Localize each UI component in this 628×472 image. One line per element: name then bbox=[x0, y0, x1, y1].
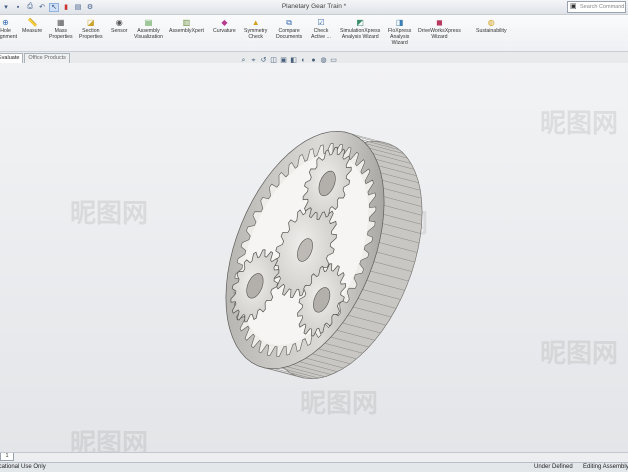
command-prompt-icon: ▣ bbox=[570, 3, 577, 10]
ribbon-button-label: AssemblyXpert bbox=[169, 28, 204, 34]
sustainability-button[interactable]: ◍ Sustainability bbox=[476, 18, 507, 34]
ribbon-button-label: Sensor bbox=[111, 28, 128, 34]
sensor-icon: ◉ bbox=[115, 18, 123, 27]
sensor-button[interactable]: ◉ Sensor bbox=[111, 18, 127, 34]
ribbon-button-label: Measure bbox=[22, 28, 43, 34]
planetary-gear-model[interactable] bbox=[0, 63, 628, 453]
measure-icon: 📏 bbox=[27, 18, 38, 27]
search-command-field[interactable]: ▣ Search Command bbox=[567, 1, 626, 13]
mass-properties-icon: ▦ bbox=[57, 18, 65, 27]
assemblyxpert-icon: ▥ bbox=[182, 18, 191, 27]
status-under-defined: Under Defined bbox=[534, 464, 573, 470]
curvature-button[interactable]: ◆ Curvature bbox=[213, 18, 236, 34]
sheet-tab-bar: 1 bbox=[0, 452, 628, 462]
hole-alignment-button[interactable]: ⊕Hole Alignment bbox=[0, 18, 17, 40]
title-bar: ▾ ▪ ⎙ ↶ ↖ ▮ ▤ ⚙ Planetary Gear Train * ▣… bbox=[0, 0, 628, 15]
check-active-icon: ☑ bbox=[317, 18, 325, 27]
simulationxpress-icon: ◩ bbox=[356, 18, 364, 27]
ribbon-button-label: Compare Documents bbox=[276, 28, 303, 40]
section-properties-button[interactable]: ◪ Section Properties bbox=[79, 18, 103, 40]
assembly-visualization-icon: ▤ bbox=[144, 18, 153, 27]
ribbon-button-label: FloXpress Analysis Wizard bbox=[388, 28, 412, 46]
ribbon-button-label: Check Active ... bbox=[311, 28, 331, 40]
assemblyxpert-button[interactable]: ▥ AssemblyXpert bbox=[169, 18, 204, 34]
ribbon-button-label: Sustainability bbox=[476, 28, 507, 34]
symmetry-check-button[interactable]: ▲ Symmetry Check bbox=[244, 18, 267, 40]
ribbon-button-label: Curvature bbox=[213, 28, 236, 34]
ribbon-button-label: Section Properties bbox=[79, 28, 103, 40]
simulationxpress-button[interactable]: ◩ SimulationXpress Analysis Wizard bbox=[340, 18, 380, 40]
mass-properties-button[interactable]: ▦ Mass Properties bbox=[49, 18, 73, 40]
status-left: Educational Use Only bbox=[0, 464, 46, 470]
status-editing: Editing Assembly bbox=[583, 464, 628, 470]
curvature-icon: ◆ bbox=[221, 18, 228, 27]
hole-alignment-icon: ⊕ bbox=[2, 18, 9, 27]
command-manager-ribbon: ⊕Hole Alignment 📏Measure ▦Mass Properties ◪… bbox=[0, 15, 628, 52]
compare-documents-button[interactable]: ⧉ Compare Documents bbox=[276, 18, 302, 40]
measure-button[interactable]: 📏 Measure bbox=[22, 18, 42, 34]
compare-documents-icon: ⧉ bbox=[286, 18, 292, 27]
ribbon-button-label: Symmetry Check bbox=[244, 28, 268, 40]
floxpress-button[interactable]: ◨ FloXpress Analysis Wizard bbox=[388, 18, 411, 46]
ribbon-button-label: DriveWorksXpress Wizard bbox=[418, 28, 461, 40]
model-tab[interactable]: 1 bbox=[0, 453, 14, 461]
symmetry-check-icon: ▲ bbox=[251, 18, 260, 27]
driveworksxpress-icon: ◼ bbox=[436, 18, 443, 27]
tab-office-products[interactable]: Office Products bbox=[24, 53, 70, 63]
status-bar: Educational Use Only Under Defined Editi… bbox=[0, 462, 628, 472]
check-active-button[interactable]: ☑ Check Active ... bbox=[311, 18, 331, 40]
ribbon-button-label: SimulationXpress Analysis Wizard bbox=[340, 28, 381, 40]
command-manager-tabs: Evaluate Office Products bbox=[0, 52, 71, 63]
driveworksxpress-button[interactable]: ◼ DriveWorksXpress Wizard bbox=[418, 18, 461, 40]
ribbon-button-label: Hole Alignment bbox=[0, 28, 18, 40]
ribbon-button-label: Mass Properties bbox=[49, 28, 73, 40]
tab-evaluate[interactable]: Evaluate bbox=[0, 53, 24, 63]
section-properties-icon: ◪ bbox=[87, 18, 95, 27]
floxpress-icon: ◨ bbox=[395, 18, 404, 27]
window-title: Planetary Gear Train * bbox=[281, 3, 347, 10]
search-placeholder: Search Command bbox=[580, 4, 625, 10]
graphics-area[interactable]: 昵图网 昵图网 昵图网 昵图网 昵图网 昵图网 bbox=[0, 63, 628, 458]
assembly-visualization-button[interactable]: ▤ Assembly Visualization bbox=[134, 18, 163, 40]
ribbon-button-label: Assembly Visualization bbox=[134, 28, 164, 40]
sustainability-icon: ◍ bbox=[487, 18, 495, 27]
